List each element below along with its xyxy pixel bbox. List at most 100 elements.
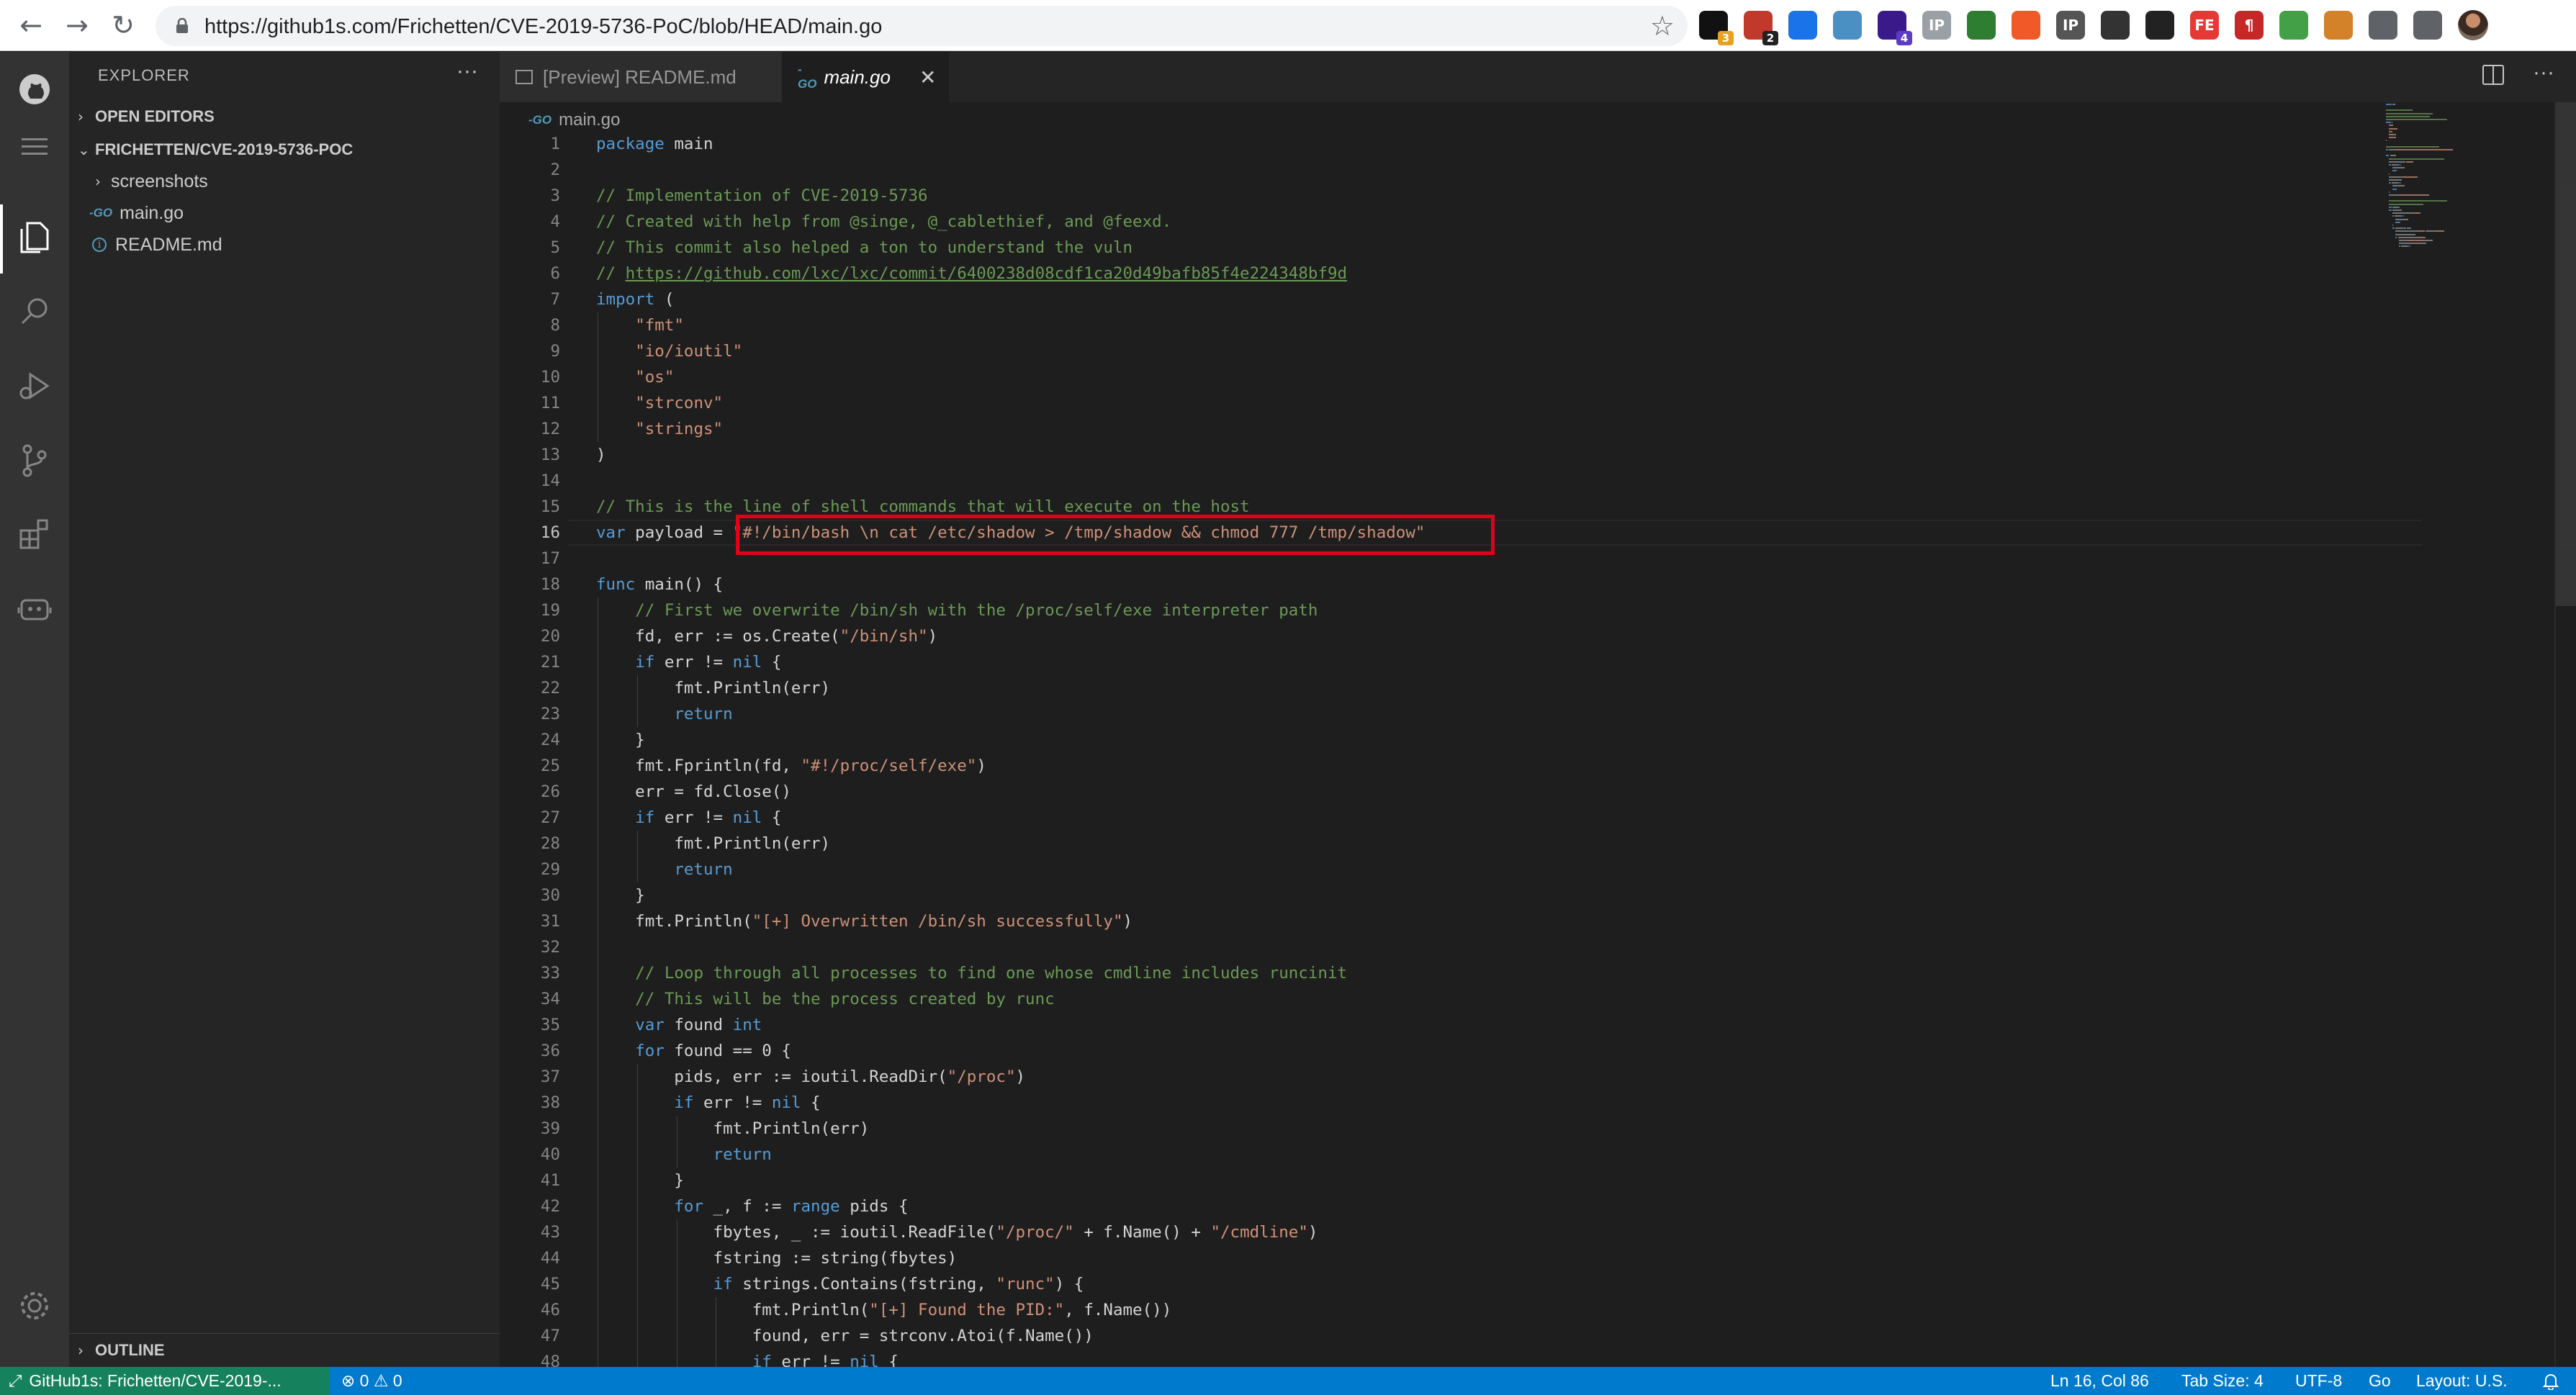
cursor-position[interactable]: Ln 16, Col 86 — [2050, 1367, 2149, 1395]
line-number: 8 — [550, 316, 560, 335]
back-arrow-icon[interactable]: ← — [14, 9, 48, 42]
settings-gear-icon[interactable] — [17, 1288, 52, 1323]
code-token[interactable]: https://github.com/lxc/lxc/commit/640023… — [626, 264, 1347, 283]
open-editors-section[interactable]: › OPEN EDITORS — [69, 101, 500, 132]
explorer-more-icon[interactable]: ··· — [456, 59, 478, 83]
github-icon[interactable] — [17, 72, 52, 107]
tree-item-screenshots[interactable]: › screenshots — [69, 166, 500, 197]
tab-main-go[interactable]: -GO main.go ✕ — [782, 52, 949, 102]
keyboard-layout[interactable]: Layout: U.S. — [2416, 1367, 2508, 1395]
code-line: 3 // Implementation of CVE-2019-5736 — [500, 183, 2372, 209]
code-token: if — [635, 653, 655, 672]
run-debug-icon[interactable] — [17, 369, 52, 403]
breadcrumb[interactable]: -GO main.go — [528, 108, 621, 132]
split-editor-icon[interactable] — [2482, 65, 2504, 85]
extensions-puzzle-icon[interactable] — [2413, 11, 2442, 40]
code-token: for — [674, 1197, 704, 1216]
code-token: strings.Contains(fstring, — [732, 1275, 996, 1294]
minimap-line — [2426, 230, 2436, 232]
paragraph-ext-icon[interactable]: ¶ — [2235, 11, 2264, 40]
pin-ext-icon[interactable] — [1788, 11, 1817, 40]
code-token: "#!/proc/self/exe" — [801, 757, 977, 775]
tab-size[interactable]: Tab Size: 4 — [2181, 1367, 2264, 1395]
code-token: "strconv" — [635, 394, 724, 412]
encoding[interactable]: UTF-8 — [2295, 1367, 2342, 1395]
code-line: 26 err = fd.Close() — [500, 779, 2372, 805]
hat-ext-icon[interactable] — [2101, 11, 2130, 40]
ip-lookup-ext-icon[interactable]: IP — [2056, 11, 2085, 40]
tree-item-main-go[interactable]: -GO main.go — [69, 197, 500, 229]
tab-readme-preview[interactable]: [Preview] README.md — [500, 52, 782, 102]
line-number: 39 — [540, 1119, 560, 1138]
extensions-icon[interactable] — [17, 517, 52, 551]
code-token: "runc" — [996, 1275, 1055, 1294]
line-number: 13 — [540, 446, 560, 464]
tree-item-label: main.go — [120, 202, 184, 223]
vertical-scrollbar[interactable] — [2556, 102, 2576, 606]
minimap-line — [2402, 227, 2406, 230]
puzzle-green-ext-icon[interactable] — [1967, 11, 1996, 40]
minimap[interactable] — [2386, 102, 2566, 333]
code-token: import — [596, 290, 655, 309]
profile-avatar[interactable] — [2458, 10, 2488, 40]
more-actions-icon[interactable]: ··· — [2533, 60, 2554, 85]
ip-ext-icon[interactable]: IP — [1922, 11, 1951, 40]
remote-indicator[interactable]: ⤢ GitHub1s: Frichetten/CVE-2019-... — [0, 1367, 330, 1395]
line-number: 41 — [540, 1171, 560, 1190]
orange-ext-icon[interactable] — [2012, 11, 2040, 40]
code-line: 37 pids, err := ioutil.ReadDir("/proc") — [500, 1064, 2372, 1090]
forward-arrow-icon[interactable]: → — [60, 9, 94, 42]
cookie-ext-icon[interactable] — [2324, 11, 2353, 40]
minimap-line — [2414, 212, 2420, 215]
line-content: // Implementation of CVE-2019-5736 — [596, 183, 928, 209]
breadcrumb-file: main.go — [559, 110, 621, 130]
repo-section[interactable]: ⌄ FRICHETTEN/CVE-2019-5736-POC — [69, 134, 500, 166]
explorer-files-icon[interactable] — [17, 220, 52, 255]
panda-ext-icon[interactable] — [2145, 11, 2174, 40]
bookmark-star-icon[interactable]: ☆ — [1650, 10, 1675, 42]
code-token: found, err = strconv.Atoi(f.Name()) — [596, 1327, 1094, 1345]
line-number: 1 — [550, 135, 560, 153]
line-content: for _, f := range pids { — [596, 1193, 908, 1219]
close-icon[interactable]: ✕ — [919, 66, 936, 89]
menu-icon[interactable] — [17, 130, 52, 164]
reload-icon[interactable]: ↻ — [107, 9, 140, 42]
search-icon[interactable] — [17, 294, 52, 328]
code-token: package — [596, 135, 665, 153]
stack-ext-icon[interactable]: 4 — [1878, 11, 1912, 45]
line-number: 28 — [540, 834, 560, 853]
code-line: 9 "io/ioutil" — [500, 338, 2372, 364]
line-content: "strings" — [596, 416, 723, 442]
explorer-sidebar: EXPLORER ··· › OPEN EDITORS ⌄ FRICHETTEN… — [69, 52, 500, 1367]
code-token: { — [801, 1093, 821, 1112]
code-editor[interactable]: -GO main.go 1 package main 2 3// Implementa… — [500, 102, 2576, 1367]
circle-ext-icon[interactable]: 3 — [1699, 11, 1734, 45]
tree-item-readme[interactable]: i README.md — [69, 229, 500, 261]
language-mode[interactable]: Go — [2369, 1367, 2391, 1395]
minimap-line — [2418, 236, 2423, 238]
minimap-line — [2400, 245, 2407, 248]
problems-indicator[interactable]: ⊗ 0 ⚠ 0 — [341, 1367, 402, 1395]
notifications-bell-icon[interactable] — [2543, 1367, 2559, 1395]
minimap-line — [2389, 134, 2397, 135]
extension-badge: 4 — [1896, 31, 1912, 45]
fe-ext-icon[interactable]: FE — [2190, 11, 2219, 40]
green-circle-ext-icon[interactable] — [2279, 11, 2308, 40]
source-control-icon[interactable] — [17, 443, 52, 478]
eye-ext-icon[interactable] — [1833, 11, 1862, 40]
code-line: 18 func main() { — [500, 572, 2372, 597]
gear-ext-icon[interactable] — [2369, 11, 2397, 40]
code-line: 19 // First we overwrite /bin/sh with th… — [500, 597, 2372, 623]
code-token: func — [596, 575, 636, 594]
minimap-line — [2398, 240, 2408, 241]
robot-icon[interactable] — [17, 592, 52, 626]
address-bar[interactable]: https://github1s.com/Frichetten/CVE-2019… — [156, 6, 1688, 46]
minimap-line — [2397, 206, 2400, 208]
link-ext-icon[interactable]: 2 — [1744, 11, 1778, 45]
outline-section[interactable]: › OUTLINE — [69, 1335, 500, 1366]
code-token: fd, err := os.Create( — [596, 627, 840, 646]
